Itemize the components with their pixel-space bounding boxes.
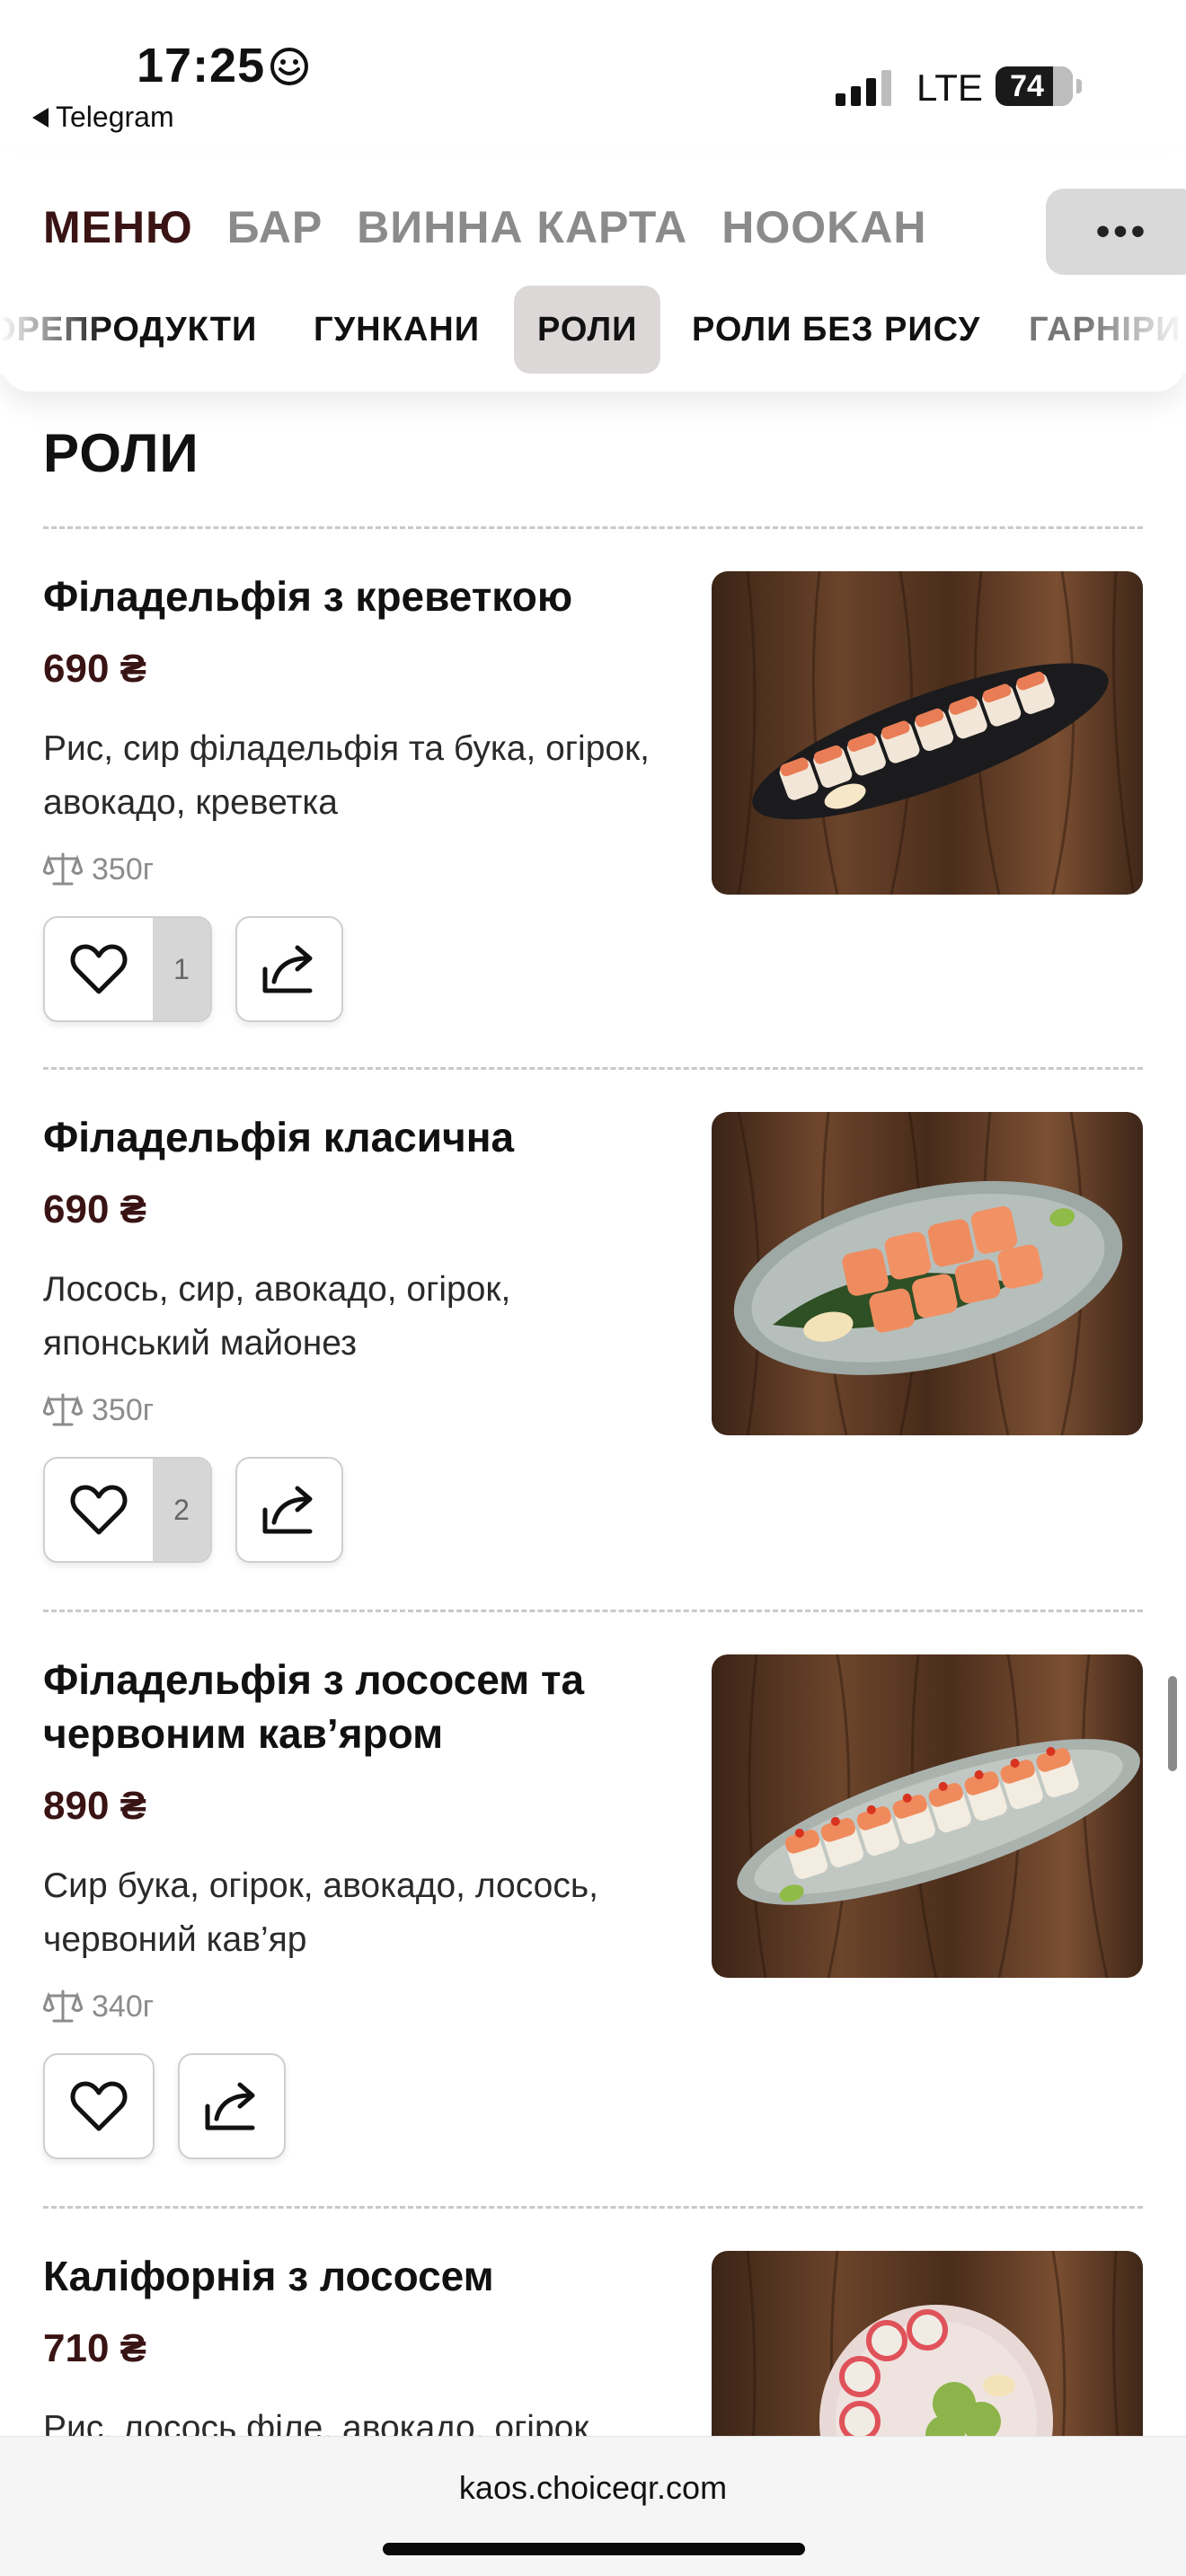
item-weight: 340г	[43, 1989, 154, 2025]
tab-wine-list[interactable]: ВИННА КАРТА	[357, 201, 687, 253]
scrollbar[interactable]	[1168, 1676, 1177, 1771]
heart-icon	[70, 2081, 128, 2131]
smiley-icon	[270, 48, 308, 85]
main-tabs: МЕНЮ БАР ВИННА КАРТА HOOKAH	[43, 201, 926, 253]
tab-bar[interactable]: БАР	[227, 201, 323, 253]
item-price: 710 ₴	[43, 2326, 146, 2370]
item-photo[interactable]	[712, 1112, 1143, 1435]
heart-icon	[70, 1485, 128, 1535]
divider	[43, 2206, 1143, 2209]
like-button[interactable]	[43, 2053, 155, 2159]
item-actions: 1	[43, 916, 343, 1022]
share-button[interactable]	[235, 1457, 343, 1563]
divider	[43, 1610, 1143, 1612]
category-tab-rolls[interactable]: РОЛИ	[514, 286, 661, 374]
like-group[interactable]: 1	[43, 916, 212, 1022]
scale-icon	[43, 1989, 83, 2023]
menu-page: 17:25 Telegram LTE 74 МЕНЮ БАР ВИННА КАР…	[0, 0, 1186, 2576]
tabs-fade-right	[1087, 286, 1186, 374]
scale-icon	[43, 1393, 83, 1426]
signal-icon	[836, 70, 891, 106]
item-description: Лосось, сир, авокадо, огірок, японський …	[43, 1270, 511, 1363]
back-to-app-link[interactable]: Telegram	[32, 101, 174, 134]
share-button[interactable]	[235, 916, 343, 1022]
divider	[43, 1067, 1143, 1070]
item-weight-value: 350г	[92, 851, 155, 887]
item-price: 890 ₴	[43, 1784, 146, 1828]
divider	[43, 526, 1143, 529]
address-bar[interactable]: kaos.choiceqr.com	[0, 2469, 1186, 2507]
item-description: Сир бука, огірок, авокадо, лосось, черво…	[43, 1866, 598, 1959]
category-tabs: ОРЕПРОДУКТИ ГУНКАНИ РОЛИ РОЛИ БЕЗ РИСУ Г…	[0, 286, 1186, 374]
category-tab-gunkan[interactable]: ГУНКАНИ	[314, 286, 480, 374]
item-name: Філадельфія класична	[43, 1114, 515, 1160]
share-button[interactable]	[178, 2053, 286, 2159]
item-weight-value: 340г	[92, 1989, 155, 2024]
battery-percent: 74	[1010, 69, 1044, 103]
back-app-label: Telegram	[56, 101, 174, 133]
like-button[interactable]	[45, 1459, 153, 1561]
tab-menu[interactable]: МЕНЮ	[43, 201, 193, 253]
network-type: LTE	[916, 66, 983, 109]
item-actions	[43, 2053, 286, 2159]
tab-hookah[interactable]: HOOKAH	[721, 201, 926, 253]
home-indicator[interactable]	[383, 2543, 805, 2555]
section-title: РОЛИ	[43, 423, 199, 483]
item-name: Каліфорнія з лососем	[43, 2253, 494, 2299]
share-icon	[262, 1486, 313, 1534]
back-triangle-icon	[32, 107, 49, 128]
status-time: 17:25	[137, 39, 266, 93]
tabs-fade-left	[0, 286, 108, 374]
like-group[interactable]: 2	[43, 1457, 212, 1563]
like-button[interactable]	[45, 918, 153, 1020]
item-weight: 350г	[43, 1392, 154, 1428]
like-count: 1	[153, 918, 210, 1020]
item-price: 690 ₴	[43, 1187, 146, 1231]
item-name: Філадельфія з лососем та червоним кав’яр…	[43, 1656, 585, 1757]
share-icon	[205, 2082, 255, 2130]
browser-bottom-bar: kaos.choiceqr.com	[0, 2436, 1186, 2576]
category-tab-rolls-no-rice[interactable]: РОЛИ БЕЗ РИСУ	[692, 286, 980, 374]
item-weight-value: 350г	[92, 1392, 155, 1427]
battery-cap	[1076, 79, 1082, 93]
battery-indicator: 74	[996, 66, 1073, 106]
item-description: Рис, сир філадельфія та бука, огірок, ав…	[43, 729, 650, 822]
item-photo[interactable]	[712, 1654, 1143, 1978]
item-weight: 350г	[43, 851, 154, 887]
share-icon	[262, 945, 313, 993]
status-bar: 17:25 Telegram LTE 74	[0, 0, 1186, 153]
item-price: 690 ₴	[43, 647, 146, 691]
item-actions: 2	[43, 1457, 343, 1563]
heart-icon	[70, 944, 128, 994]
item-name: Філадельфія з креветкою	[43, 573, 573, 620]
menu-header: МЕНЮ БАР ВИННА КАРТА HOOKAH ••• ОРЕПРОДУ…	[0, 153, 1186, 392]
scale-icon	[43, 852, 83, 886]
item-photo[interactable]	[712, 571, 1143, 895]
like-count: 2	[153, 1459, 210, 1561]
more-button[interactable]: •••	[1046, 189, 1186, 275]
